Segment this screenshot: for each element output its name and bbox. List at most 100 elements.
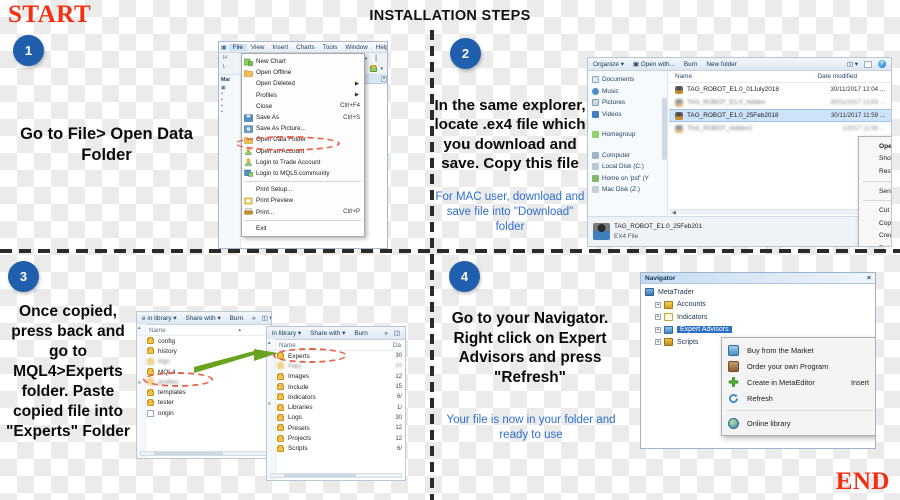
menu-window[interactable]: Window — [341, 44, 371, 51]
nav-item-computer[interactable]: Computer — [592, 150, 667, 162]
context-item-create-in-metaeditor[interactable]: Create in MetaEditor Insert — [722, 374, 875, 390]
expand-icon[interactable]: + — [655, 301, 661, 308]
nav-item-home-psf[interactable]: Home on 'psf' (Y — [592, 173, 667, 185]
list-item[interactable]: Presets 12 — [277, 423, 405, 433]
column-name[interactable]: Name — [149, 327, 166, 334]
menu-charts[interactable]: Charts — [292, 44, 319, 51]
tree-item-metatrader[interactable]: MetaTrader — [641, 286, 875, 299]
list-item[interactable]: Files 24 — [277, 361, 405, 371]
list-item[interactable]: Indicators 6/ — [277, 392, 405, 402]
list-item[interactable]: Images 12 — [277, 372, 405, 382]
expand-icon[interactable]: + — [655, 339, 661, 346]
tree-item-expert-advisors[interactable]: + Expert Advisors — [641, 324, 875, 337]
navigator-context-menu[interactable]: Buy from the Market Order your own Progr… — [721, 337, 875, 436]
close-icon[interactable]: × — [867, 275, 871, 282]
explorer-toolbar-3a[interactable]: e in library ▾ Share with ▾ Burn » ◫ ▾ ? — [137, 312, 271, 325]
burn-button[interactable]: Burn — [684, 61, 698, 68]
menu-item-new-chart[interactable]: New Chart — [242, 56, 364, 67]
list-item[interactable]: Projects 12 — [277, 433, 405, 443]
menu-help[interactable]: Help — [372, 44, 387, 51]
nav-item-pictures[interactable]: Pictures — [592, 97, 667, 109]
context-item-buy-from-market[interactable]: Buy from the Market — [722, 342, 875, 358]
share-with-button[interactable]: Share with ▾ — [185, 314, 220, 322]
list-item[interactable]: tester — [147, 398, 271, 408]
overflow-button[interactable]: » — [252, 315, 256, 322]
menu-item-open-deleted[interactable]: Open Deleted ▶ — [242, 78, 364, 89]
view-mode-button[interactable]: ◫ — [394, 329, 400, 337]
menu-item-exit[interactable]: Exit — [242, 223, 364, 234]
list-item[interactable]: Experts 30 — [277, 351, 405, 361]
column-name[interactable]: Name — [279, 342, 296, 349]
expand-icon[interactable]: + — [655, 326, 661, 333]
context-item-cut[interactable]: Cut — [859, 204, 891, 217]
nav-item-documents[interactable]: Documents — [592, 74, 667, 86]
file-list-3b[interactable]: Experts 30 Files 24 Images 12 Include 15 Ind… — [267, 351, 405, 480]
list-item[interactable]: Scripts 6/ — [277, 444, 405, 454]
preview-pane-icon[interactable] — [864, 60, 872, 68]
column-name[interactable]: Name — [675, 73, 692, 80]
menu-item-save-as[interactable]: Save As Ctrl+S — [242, 112, 364, 123]
menu-item-print-setup[interactable]: Print Setup... — [242, 184, 364, 195]
expand-icon[interactable]: + — [655, 314, 661, 321]
list-hscrollbar-3a[interactable] — [140, 451, 268, 456]
explorer-toolbar-3b[interactable]: in library ▾ Share with ▾ Burn » ◫ — [267, 327, 405, 340]
nav-item-local-disk[interactable]: Local Disk (C:) — [592, 161, 667, 173]
context-item-copy[interactable]: Copy — [859, 217, 891, 230]
column-date-modified[interactable]: Date modified — [818, 73, 857, 80]
close-icon[interactable]: × — [381, 76, 387, 82]
list-item[interactable]: profiles — [147, 377, 271, 387]
menu-item-print[interactable]: Print... Ctrl+P — [242, 206, 364, 217]
overflow-button[interactable]: » — [384, 330, 388, 337]
menu-item-open-an-account[interactable]: Open an Account — [242, 146, 364, 157]
file-list-header-3a[interactable]: Name ▴ — [137, 325, 271, 336]
explorer-context-menu-2[interactable]: Open with... Show in Finder Restore prev… — [858, 136, 891, 246]
include-in-library-button[interactable]: in library ▾ — [272, 329, 301, 337]
menu-item-save-as-picture[interactable]: Save As Picture... — [242, 123, 364, 134]
context-item-show-in-finder[interactable]: Show in Finder — [859, 153, 891, 166]
context-item-order-your-own-program[interactable]: Order your own Program — [722, 358, 875, 374]
context-item-create-shortcut[interactable]: Create shortcut — [859, 230, 891, 243]
menu-item-close[interactable]: Close Ctrl+F4 — [242, 101, 364, 112]
burn-button[interactable]: Burn — [354, 330, 368, 337]
list-item[interactable]: Logs 30 — [277, 413, 405, 423]
help-icon[interactable]: ? — [878, 60, 886, 68]
nav-item-mac-disk[interactable]: Mac Disk (Z:) — [592, 184, 667, 196]
file-list-header-3b[interactable]: Name Da — [267, 340, 405, 351]
nav-item-homegroup[interactable]: Homegroup — [592, 129, 667, 141]
context-item-delete[interactable]: Delete — [859, 242, 891, 246]
view-mode-button[interactable]: ◫ ▾ — [262, 314, 271, 322]
open-with-button[interactable]: ▣ Open with... — [633, 60, 675, 68]
include-in-library-button[interactable]: e in library ▾ — [142, 314, 176, 322]
nav-item-music[interactable]: Music — [592, 86, 667, 98]
menu-tools[interactable]: Tools — [319, 44, 342, 51]
table-row[interactable]: TAG_ROBOT_E1.0_25Feb2018 30/11/2017 11:5… — [669, 109, 891, 122]
menu-item-open-offline[interactable]: Open Offline — [242, 67, 364, 78]
burn-button[interactable]: Burn — [230, 315, 244, 322]
context-item-online-library[interactable]: Online library — [722, 415, 875, 431]
context-item-restore-previous-versions[interactable]: Restore previous versions — [859, 165, 891, 178]
menu-item-print-preview[interactable]: Print Preview — [242, 195, 364, 206]
organize-button[interactable]: Organize ▾ — [593, 60, 624, 68]
file-dropdown-menu[interactable]: New Chart Open Offline Open Deleted ▶ Pr… — [241, 53, 365, 237]
new-folder-button[interactable]: New folder — [706, 61, 737, 68]
menu-item-login-mql5-community[interactable]: Login to MQL5.community — [242, 168, 364, 179]
list-item[interactable]: Libraries 1/ — [277, 402, 405, 412]
list-item[interactable]: origin — [147, 408, 271, 418]
list-item[interactable]: Include 15 — [277, 382, 405, 392]
table-row[interactable]: TAG_ROBOT_hidden2 1/2017 11:59 ... — [669, 122, 891, 135]
menu-insert[interactable]: Insert — [268, 44, 292, 51]
list-hscrollbar-3b[interactable] — [270, 473, 402, 478]
menu-file[interactable]: File — [228, 43, 247, 51]
list-item[interactable]: config — [147, 336, 271, 346]
menu-item-profiles[interactable]: Profiles ▶ — [242, 90, 364, 101]
nav-scrollbar[interactable] — [662, 98, 667, 160]
menu-item-login-trade-account[interactable]: Login to Trade Account — [242, 157, 364, 168]
tree-item-accounts[interactable]: + Accounts — [641, 299, 875, 312]
menu-item-open-data-folder[interactable]: Open Data Folder — [242, 134, 364, 145]
table-row[interactable]: TAG_ROBOT_E1.0_hidden 30/11/2017 12:03 .… — [669, 96, 891, 109]
file-list-header-2[interactable]: Name Date modified — [669, 71, 891, 83]
view-mode-button[interactable]: ◫ ▾ — [847, 60, 858, 68]
context-item-open-with[interactable]: Open with... — [859, 140, 891, 153]
list-item[interactable]: templates — [147, 387, 271, 397]
tree-item-indicators[interactable]: + Indicators — [641, 311, 875, 324]
